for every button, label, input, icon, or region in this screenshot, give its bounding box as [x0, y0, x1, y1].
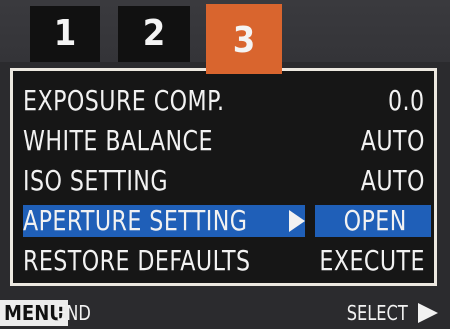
end-label: END [56, 301, 91, 325]
tab-2[interactable]: 2 [118, 6, 190, 62]
menu-item-value: AUTO [360, 164, 425, 197]
menu-item-label: APERTURE SETTING [23, 204, 248, 237]
settings-menu-panel: EXPOSURE COMP. 0.0 WHITE BALANCE AUTO IS… [10, 68, 437, 286]
menu-item-label: ISO SETTING [23, 164, 168, 197]
menu-item-aperture-setting[interactable]: APERTURE SETTING OPEN [21, 201, 431, 241]
menu-item-label: EXPOSURE COMP. [23, 84, 225, 117]
tab-3[interactable]: 3 [206, 4, 282, 74]
menu-item-value: EXECUTE [319, 244, 425, 277]
select-label: SELECT [347, 301, 408, 325]
submenu-arrow-icon [289, 210, 305, 232]
menu-item-label: WHITE BALANCE [23, 124, 213, 157]
right-triangle-icon [418, 303, 438, 323]
menu-item-value: 0.0 [388, 84, 425, 117]
menu-item-iso-setting[interactable]: ISO SETTING AUTO [21, 161, 429, 201]
camera-menu-screen: 1 2 3 EXPOSURE COMP. 0.0 WHITE BALANCE A… [0, 0, 450, 329]
menu-item-white-balance[interactable]: WHITE BALANCE AUTO [21, 121, 429, 161]
footer-bar: MENU END SELECT [0, 296, 450, 329]
menu-item-label: RESTORE DEFAULTS [23, 244, 251, 277]
tab-bar: 1 2 3 [0, 0, 450, 74]
tab-1[interactable]: 1 [30, 6, 100, 62]
menu-item-value: AUTO [360, 124, 425, 157]
menu-item-label-wrap: APERTURE SETTING [23, 201, 247, 241]
menu-item-value: OPEN [343, 204, 407, 237]
menu-item-exposure-comp[interactable]: EXPOSURE COMP. 0.0 [21, 81, 429, 121]
menu-item-restore-defaults[interactable]: RESTORE DEFAULTS EXECUTE [21, 241, 429, 281]
